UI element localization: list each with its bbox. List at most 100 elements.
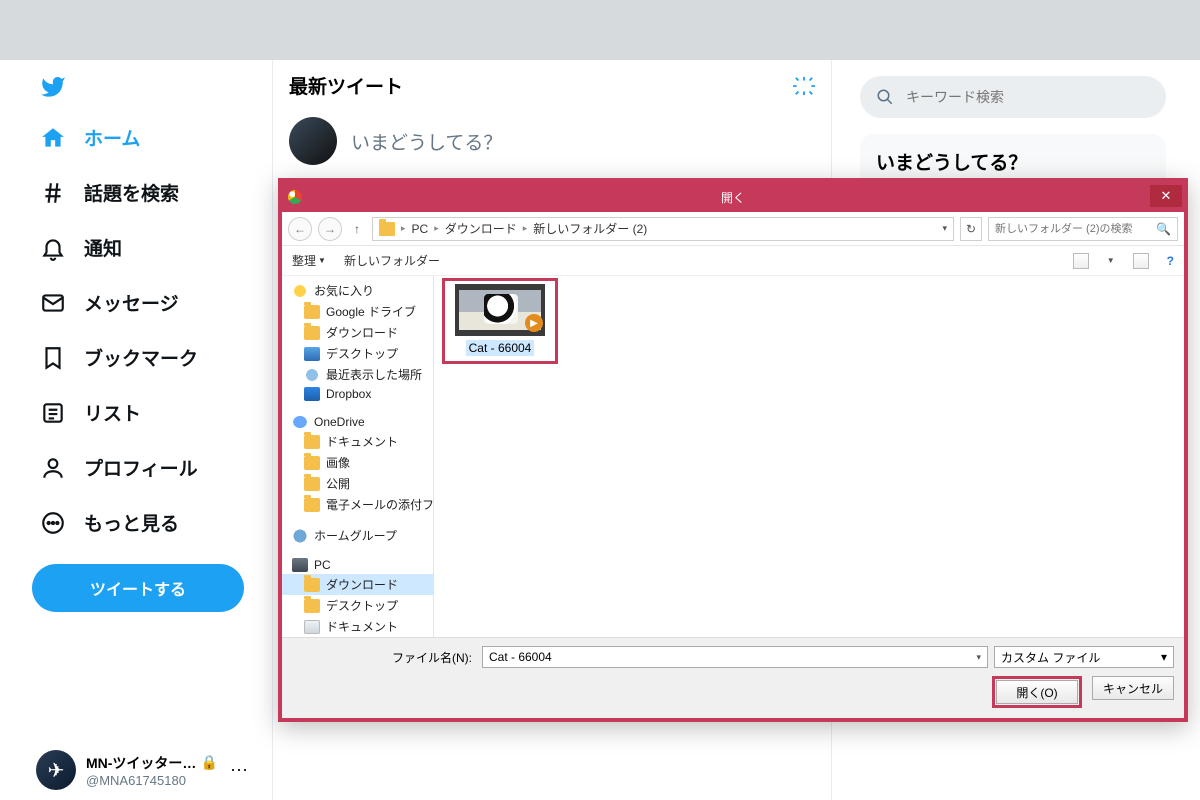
nav-home[interactable]: ホーム xyxy=(32,110,252,165)
preview-pane-button[interactable] xyxy=(1133,253,1149,269)
nav-list: ホーム 話題を検索 通知 メッセージ ブックマーク リスト xyxy=(32,110,252,550)
open-button[interactable]: 開く(O) xyxy=(996,680,1078,704)
dialog-title: 開く xyxy=(721,189,745,206)
folder-icon xyxy=(379,222,395,236)
nav-notifications[interactable]: 通知 xyxy=(32,220,252,275)
file-pane[interactable]: Cat - 66004 xyxy=(434,276,1184,637)
tree-item[interactable]: 画像 xyxy=(282,452,433,473)
tree-favorites[interactable]: お気に入り xyxy=(282,280,433,301)
nav-more[interactable]: もっと見る xyxy=(32,495,252,550)
dialog-search-input[interactable] xyxy=(995,223,1156,235)
tree-pc[interactable]: PC xyxy=(282,556,433,574)
nav-label: リスト xyxy=(84,399,141,426)
tree-item[interactable]: ダウンロード xyxy=(282,574,433,595)
nav-label: プロフィール xyxy=(84,454,198,481)
nav-back-button[interactable]: ← xyxy=(288,217,312,241)
bell-icon xyxy=(40,235,66,261)
tree-item[interactable]: デスクトップ xyxy=(282,343,433,364)
tree-item[interactable]: 公開 xyxy=(282,473,433,494)
chevron-down-icon[interactable]: ▾ xyxy=(976,652,981,663)
account-switcher[interactable]: ✈ MN-ツイッター…🔒 @MNA61745180 ⋯ xyxy=(32,740,252,800)
compose-box[interactable]: いまどうしてる？ xyxy=(273,111,831,183)
avatar: ✈ xyxy=(36,750,76,790)
chevron-down-icon[interactable]: ▼ xyxy=(1107,256,1115,265)
nav-label: メッセージ xyxy=(84,289,179,316)
file-item[interactable]: Cat - 66004 xyxy=(448,284,552,357)
dialog-titlebar[interactable]: 開く ✕ xyxy=(282,182,1184,212)
tree-homegroup[interactable]: ホームグループ xyxy=(282,525,433,546)
home-icon xyxy=(40,125,66,151)
nav-bookmarks[interactable]: ブックマーク xyxy=(32,330,252,385)
tree-item[interactable]: 電子メールの添付ファ xyxy=(282,494,433,515)
tree-item[interactable]: Dropbox xyxy=(282,385,433,403)
tree-item[interactable]: ダウンロード xyxy=(282,322,433,343)
help-icon[interactable]: ? xyxy=(1167,254,1174,268)
avatar xyxy=(289,117,337,165)
dialog-footer: ファイル名(N): Cat - 66004 ▾ カスタム ファイル ▾ 開く(O… xyxy=(282,637,1184,718)
tree-item[interactable]: ドキュメント xyxy=(282,431,433,452)
hash-icon xyxy=(40,180,66,206)
nav-label: 通知 xyxy=(84,234,122,261)
new-folder-button[interactable]: 新しいフォルダー xyxy=(344,252,440,269)
tweet-button[interactable]: ツイートする xyxy=(32,564,244,612)
filename-combobox[interactable]: Cat - 66004 ▾ xyxy=(482,646,988,668)
account-handle: @MNA61745180 xyxy=(86,773,218,788)
browser-topbar xyxy=(0,0,1200,60)
chrome-icon xyxy=(288,190,302,204)
nav-profile[interactable]: プロフィール xyxy=(32,440,252,495)
account-name: MN-ツイッター… xyxy=(86,753,196,773)
filename-value: Cat - 66004 xyxy=(489,650,552,664)
left-sidebar: ホーム 話題を検索 通知 メッセージ ブックマーク リスト xyxy=(0,60,272,800)
cancel-button[interactable]: キャンセル xyxy=(1092,676,1174,700)
nav-messages[interactable]: メッセージ xyxy=(32,275,252,330)
file-open-dialog: 開く ✕ ← → ↑ ▸ PC▸ ダウンロード▸ 新しいフォルダー (2) ▾ … xyxy=(278,178,1188,722)
search-icon: 🔍 xyxy=(1156,222,1171,236)
dialog-nav-row: ← → ↑ ▸ PC▸ ダウンロード▸ 新しいフォルダー (2) ▾ ↻ 🔍 xyxy=(282,212,1184,246)
lock-icon: 🔒 xyxy=(200,754,217,771)
nav-lists[interactable]: リスト xyxy=(32,385,252,440)
folder-tree[interactable]: お気に入り Google ドライブ ダウンロード デスクトップ 最近表示した場所… xyxy=(282,276,434,637)
dialog-toolbar: 整理 ▼ 新しいフォルダー ▼ ? xyxy=(282,246,1184,276)
user-icon xyxy=(40,455,66,481)
search-box[interactable] xyxy=(860,76,1166,118)
tree-onedrive[interactable]: OneDrive xyxy=(282,413,433,431)
search-icon xyxy=(876,88,894,106)
tree-item[interactable]: ドキュメント xyxy=(282,616,433,637)
breadcrumb-item[interactable]: ダウンロード xyxy=(445,220,517,237)
bookmark-icon xyxy=(40,345,66,371)
nav-label: もっと見る xyxy=(84,509,179,536)
refresh-button[interactable]: ↻ xyxy=(960,217,982,241)
breadcrumb-bar[interactable]: ▸ PC▸ ダウンロード▸ 新しいフォルダー (2) ▾ xyxy=(372,217,954,241)
feed-title: 最新ツイート xyxy=(289,72,403,99)
chevron-down-icon[interactable]: ▾ xyxy=(942,223,947,234)
compose-placeholder[interactable]: いまどうしてる？ xyxy=(351,128,502,155)
sparkle-icon[interactable] xyxy=(793,75,815,97)
mail-icon xyxy=(40,290,66,316)
nav-label: ホーム xyxy=(84,124,140,151)
view-mode-button[interactable] xyxy=(1073,253,1089,269)
filename-label: ファイル名(N): xyxy=(292,649,476,666)
breadcrumb-item[interactable]: 新しいフォルダー (2) xyxy=(533,220,647,237)
feed-header: 最新ツイート xyxy=(273,60,831,111)
dialog-search[interactable]: 🔍 xyxy=(988,217,1178,241)
tree-item[interactable]: 最近表示した場所 xyxy=(282,364,433,385)
nav-up-button[interactable]: ↑ xyxy=(348,222,366,236)
nav-label: ブックマーク xyxy=(84,344,198,371)
tree-item[interactable]: Google ドライブ xyxy=(282,301,433,322)
filetype-value: カスタム ファイル xyxy=(1001,649,1100,666)
chevron-down-icon[interactable]: ▾ xyxy=(1161,650,1167,664)
video-thumbnail xyxy=(455,284,545,336)
breadcrumb-item[interactable]: PC xyxy=(412,222,429,236)
tree-item[interactable]: デスクトップ xyxy=(282,595,433,616)
nav-forward-button[interactable]: → xyxy=(318,217,342,241)
ellipsis-icon: ⋯ xyxy=(230,760,248,781)
search-input[interactable] xyxy=(906,89,1150,105)
filetype-combobox[interactable]: カスタム ファイル ▾ xyxy=(994,646,1174,668)
more-icon xyxy=(40,510,66,536)
close-button[interactable]: ✕ xyxy=(1150,185,1182,207)
twitter-logo-icon[interactable] xyxy=(38,74,252,100)
organize-menu[interactable]: 整理 ▼ xyxy=(292,252,326,269)
file-name-label: Cat - 66004 xyxy=(466,340,535,356)
nav-explore[interactable]: 話題を検索 xyxy=(32,165,252,220)
open-button-highlight: 開く(O) xyxy=(992,676,1082,708)
